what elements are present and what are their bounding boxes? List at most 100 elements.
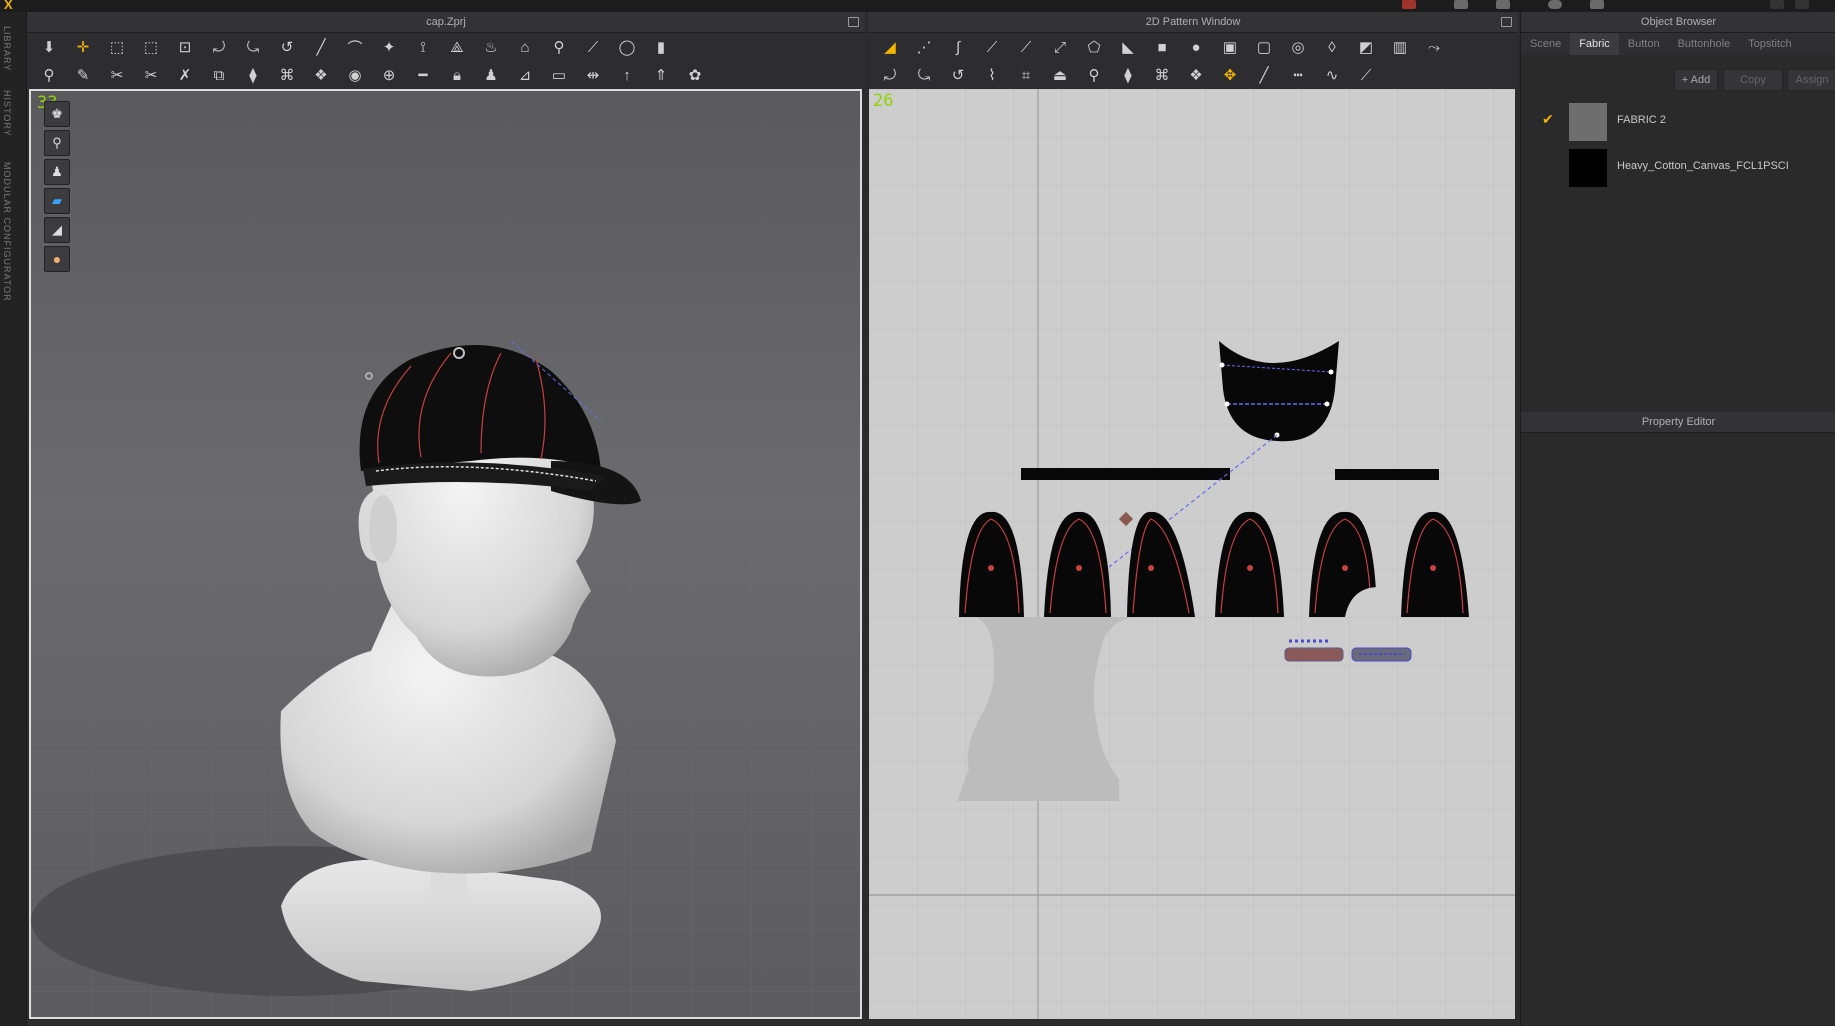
strengthen-icon[interactable]: ⇑ — [645, 63, 677, 87]
curve-point-icon[interactable]: ⟋ — [1010, 35, 1042, 59]
add-point-icon[interactable]: ⟋ — [976, 35, 1008, 59]
cut-icon[interactable]: ✗ — [169, 63, 201, 87]
texture-2d-icon[interactable]: ⌘ — [1146, 63, 1178, 87]
circle-icon[interactable]: ● — [1180, 35, 1212, 59]
edit-curve-point-icon[interactable]: ∫ — [942, 35, 974, 59]
fold-icon[interactable]: ⤿ — [237, 35, 269, 59]
avatar-pose-button[interactable]: ♟ — [44, 159, 70, 185]
window-minimize-icon[interactable] — [1770, 0, 1784, 9]
line-2d-icon[interactable]: ╱ — [1248, 63, 1280, 87]
graphic-2d-icon[interactable]: ❖ — [1180, 63, 1212, 87]
internal-polygon-icon[interactable]: ▣ — [1214, 35, 1246, 59]
skin-button[interactable]: ● — [44, 246, 70, 272]
garment-show-button[interactable]: ⚲ — [44, 130, 70, 156]
pattern-canvas[interactable] — [869, 89, 1515, 1019]
free-sewing-icon[interactable]: ⌒ — [339, 35, 371, 59]
transform-icon[interactable]: ✛ — [67, 35, 99, 59]
sculpt-icon[interactable]: ✂ — [101, 63, 133, 87]
avatar-measure-icon[interactable]: ♟ — [475, 63, 507, 87]
zipper-icon[interactable]: ⧫ — [237, 63, 269, 87]
elastic-icon[interactable]: ⊿ — [509, 63, 541, 87]
split-icon[interactable]: ⇹ — [577, 63, 609, 87]
rail-history-tab[interactable]: HISTORY — [2, 90, 12, 137]
fold-arrangement-icon[interactable]: ⤾ — [203, 35, 235, 59]
tab-scene[interactable]: Scene — [1521, 33, 1570, 55]
edit-curvature-icon[interactable]: ⤢ — [1044, 35, 1076, 59]
rail-modular-configurator-tab[interactable]: MODULAR CONFIGURATOR — [2, 162, 12, 302]
topstitch-icon[interactable]: ━ — [407, 63, 439, 87]
record-icon[interactable] — [1402, 0, 1416, 9]
curve-stitch-icon[interactable]: ∿ — [1316, 63, 1348, 87]
edit-point-icon[interactable]: ⋰ — [908, 35, 940, 59]
buttonhole-icon[interactable]: ⊕ — [373, 63, 405, 87]
pin-icon[interactable]: ⟟ — [407, 35, 439, 59]
fold-2d-icon[interactable]: ⤿ — [908, 63, 940, 87]
measure-2d-icon[interactable]: ⟋ — [1350, 63, 1382, 87]
lock-icon[interactable]: 🔒︎ — [441, 63, 473, 87]
edit-pattern-icon[interactable]: ◢ — [874, 35, 906, 59]
copy-fabric-button[interactable]: Copy — [1723, 69, 1783, 91]
steam-icon[interactable]: ♨ — [475, 35, 507, 59]
rectangle-icon[interactable]: ■ — [1146, 35, 1178, 59]
tab-topstitch[interactable]: Topstitch — [1739, 33, 1800, 55]
viewport-2d[interactable]: 26 — [869, 89, 1515, 1019]
brush-icon[interactable]: ✎ — [67, 63, 99, 87]
surface-button[interactable]: ◢ — [44, 217, 70, 243]
rotate-fold-icon[interactable]: ↺ — [271, 35, 303, 59]
pleat-fold-icon[interactable]: ⤳ — [1418, 35, 1450, 59]
fabric-item-2[interactable]: Heavy_Cotton_Canvas_FCL1PSCI — [1521, 144, 1835, 188]
ruler-icon[interactable]: ▮ — [645, 35, 677, 59]
shirt-2d-icon[interactable]: ⚲ — [1078, 63, 1110, 87]
copy-pattern-icon[interactable]: ⧉ — [203, 63, 235, 87]
garment-fit-icon[interactable]: ⌂ — [509, 35, 541, 59]
fold-line-icon[interactable]: ▭ — [543, 63, 575, 87]
help-icon[interactable] — [1548, 0, 1562, 9]
pin-box-icon[interactable]: ⟁ — [441, 35, 473, 59]
button-icon[interactable]: ◉ — [339, 63, 371, 87]
select-mesh-icon[interactable]: ⊡ — [169, 35, 201, 59]
sew-2d-icon[interactable]: ⌇ — [976, 63, 1008, 87]
tab-fabric[interactable]: Fabric — [1570, 33, 1619, 55]
zipper-2d-icon[interactable]: ⧫ — [1112, 63, 1144, 87]
internal-rectangle-icon[interactable]: ▢ — [1248, 35, 1280, 59]
settings-icon[interactable] — [1590, 0, 1604, 9]
unfold-2d-icon[interactable]: ↺ — [942, 63, 974, 87]
button-2d-icon[interactable]: ✥ — [1214, 63, 1246, 87]
rail-library-tab[interactable]: LIBRARY — [2, 26, 12, 71]
polygon-icon[interactable]: ⬠ — [1078, 35, 1110, 59]
avatar-show-button[interactable]: ♚ — [44, 101, 70, 127]
fabric-item-1[interactable]: ✔ FABRIC 2 — [1521, 98, 1835, 142]
sweatband-pattern[interactable] — [1021, 468, 1230, 480]
tab-buttonhole[interactable]: Buttonhole — [1669, 33, 1740, 55]
tack-icon[interactable]: ✦ — [373, 35, 405, 59]
topstitch-2d-icon[interactable]: ┅ — [1282, 63, 1314, 87]
tab-button[interactable]: Button — [1619, 33, 1669, 55]
shirt-icon[interactable]: ⚲ — [543, 35, 575, 59]
trace-icon[interactable]: ◩ — [1350, 35, 1382, 59]
measure-line-icon[interactable]: ⟋ — [577, 35, 609, 59]
segment-sewing-icon[interactable]: ╱ — [305, 35, 337, 59]
scene-3d[interactable] — [31, 91, 860, 1017]
maximize-2d-icon[interactable] — [1501, 17, 1512, 27]
speaker-icon[interactable] — [1454, 0, 1468, 9]
pattern-shape-icon[interactable]: ◣ — [1112, 35, 1144, 59]
closure-strap-right[interactable] — [1351, 647, 1412, 662]
select-move-icon[interactable]: ⬇ — [33, 35, 65, 59]
iron-icon[interactable]: ⏏ — [1044, 63, 1076, 87]
window-maximize-icon[interactable] — [1795, 0, 1809, 9]
pleat-icon[interactable]: ▥ — [1384, 35, 1416, 59]
viewport-3d[interactable]: 33 ♚ ⚲ ♟ ▰ ◢ ● — [29, 89, 862, 1019]
fold-arrange-2d-icon[interactable]: ⤾ — [874, 63, 906, 87]
maximize-3d-icon[interactable] — [848, 17, 859, 27]
tack-2d-icon[interactable]: ⌗ — [1010, 63, 1042, 87]
transform-pattern-icon[interactable]: ⬚ — [135, 35, 167, 59]
trim-icon[interactable]: ✂ — [135, 63, 167, 87]
avatar-pose-tool-icon[interactable]: ⚲ — [33, 63, 65, 87]
app-logo[interactable]: X — [4, 0, 42, 12]
assign-fabric-button[interactable]: Assign — [1787, 69, 1835, 91]
garment-render-icon[interactable]: ✿ — [679, 63, 711, 87]
texture-icon[interactable]: ⌘ — [271, 63, 303, 87]
graphic-icon[interactable]: ❖ — [305, 63, 337, 87]
box-select-icon[interactable]: ⬚ — [101, 35, 133, 59]
add-fabric-button[interactable]: + Add — [1674, 69, 1718, 91]
